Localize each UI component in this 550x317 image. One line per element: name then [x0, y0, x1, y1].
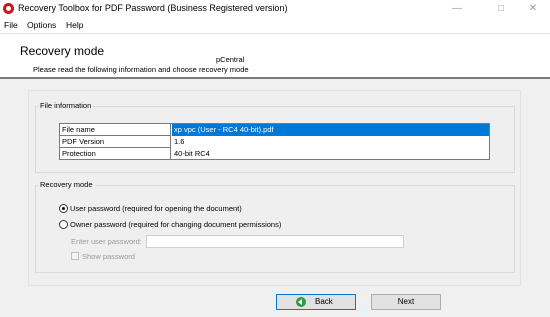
table-row[interactable]: PDF Version 1.6	[60, 136, 489, 148]
show-password-checkbox[interactable]	[71, 252, 79, 260]
back-button-label: Back	[315, 297, 333, 306]
minimize-button[interactable]: —	[440, 0, 474, 18]
window-title: Recovery Toolbox for PDF Password (Busin…	[18, 3, 288, 13]
table-row[interactable]: Protection 40-bit RC4	[60, 148, 489, 160]
next-button-label: Next	[397, 297, 415, 306]
protection-value: 40-bit RC4	[174, 149, 210, 158]
user-password-field[interactable]	[146, 235, 404, 248]
table-row[interactable]: File name xp vpc (User - RC4 40-bit).pdf	[60, 124, 489, 136]
show-password-label[interactable]: Show password	[82, 252, 135, 261]
menu-bar: File Options Help	[0, 18, 550, 32]
owner-password-radio[interactable]	[59, 220, 68, 229]
owner-password-label[interactable]: Owner password (required for changing do…	[70, 220, 281, 229]
file-information-title: File information	[38, 101, 94, 110]
menu-file[interactable]: File	[4, 20, 18, 30]
menu-options[interactable]: Options	[27, 20, 56, 30]
menu-help[interactable]: Help	[66, 20, 83, 30]
file-name-value[interactable]: xp vpc (User - RC4 40-bit).pdf	[172, 124, 489, 136]
next-button[interactable]: Next	[371, 294, 441, 310]
brand-text: pCentral	[216, 55, 245, 64]
maximize-button[interactable]: □	[484, 0, 518, 18]
close-button[interactable]: ✕	[516, 0, 550, 18]
back-arrow-icon	[296, 297, 306, 307]
pdf-lock-icon	[3, 3, 14, 14]
file-info-table: File name xp vpc (User - RC4 40-bit).pdf…	[59, 123, 490, 160]
title-bar: Recovery Toolbox for PDF Password (Busin…	[0, 0, 550, 18]
protection-key: Protection	[60, 148, 171, 160]
page-title: Recovery mode	[20, 44, 105, 58]
page-subtitle: Please read the following information an…	[33, 65, 249, 74]
pdf-version-key: PDF Version	[60, 136, 171, 148]
header-panel: Recovery mode pCentral Please read the f…	[0, 33, 550, 78]
file-name-key: File name	[60, 124, 171, 136]
user-password-radio[interactable]	[59, 204, 68, 213]
user-password-label[interactable]: User password (required for opening the …	[70, 204, 242, 213]
recovery-mode-title: Recovery mode	[38, 180, 95, 189]
pdf-version-value: 1.6	[174, 137, 185, 146]
user-password-field-label: Enter user password:	[71, 237, 142, 246]
back-button[interactable]: Back	[276, 294, 356, 310]
